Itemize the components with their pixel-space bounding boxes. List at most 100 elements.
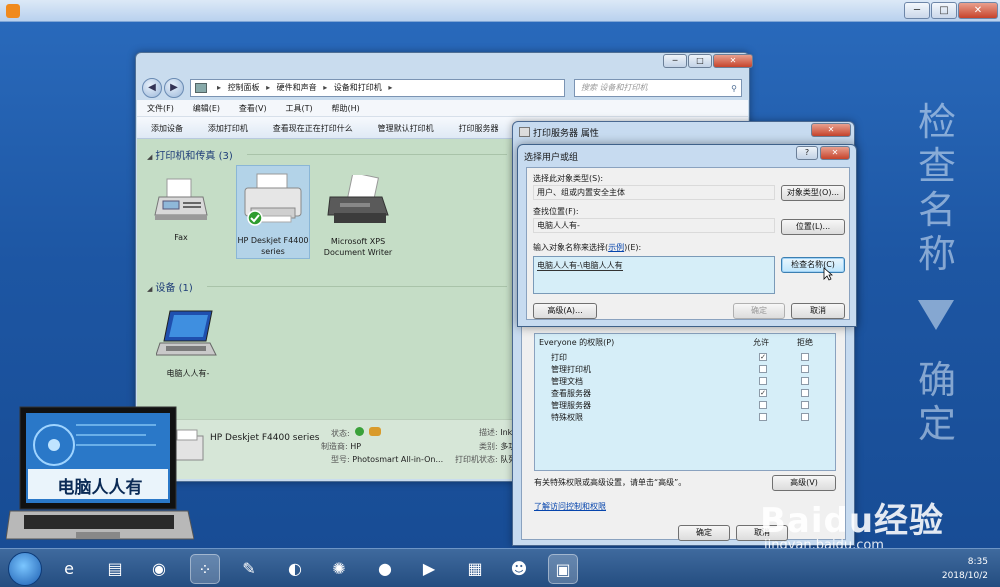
print-server-button[interactable]: 打印服务器 [445,117,507,134]
control-panel-icon[interactable]: ▣ [548,554,578,584]
detail-device-name: HP Deskjet F4400 series [210,433,320,443]
select-ok-button[interactable]: 确定 [733,303,785,319]
object-types-button[interactable]: 对象类型(O)... [781,185,845,201]
dialog-title: 选择用户或组 [524,153,579,163]
menu-bar: 文件(F) 编辑(E) 查看(V) 工具(T) 帮助(H) [137,100,748,117]
address-row: ◀ ▶ ▸ 控制面板 ▸ 硬件和声音 ▸ 设备和打印机 ▸ 搜索 设备和打印机 … [142,77,742,99]
laptop-icon [155,310,217,356]
group-header-printers[interactable]: ◢ 打印机和传真 (3) [147,147,233,162]
player-icon[interactable]: ▶ [414,554,444,584]
printer-icon [244,173,302,226]
explorer-minimize-button[interactable]: ─ [663,54,687,68]
browser-icon[interactable]: ◐ [280,554,310,584]
mouse-cursor-icon [823,267,833,281]
allow-checkbox[interactable]: ✓ [759,389,767,397]
ie-icon[interactable]: e [54,554,84,584]
player-window: ─ □ ✕ 检 查 名 称 确 定 ─ □ ✕ ◀ ▶ ▸ 控制面板 ▸ 硬件和… [0,0,1000,587]
explorer-close-button[interactable]: ✕ [713,54,753,68]
detail-model: Photosmart All-in-On... [352,455,444,464]
player-maximize-button[interactable]: □ [931,2,957,19]
device-fax[interactable]: Fax [151,175,211,243]
back-button[interactable]: ◀ [142,78,162,98]
address-bar[interactable]: ▸ 控制面板 ▸ 硬件和声音 ▸ 设备和打印机 ▸ [190,79,565,97]
fax-icon [154,178,208,220]
device-computer[interactable]: 电脑人人有- [153,307,223,379]
deny-checkbox[interactable] [801,365,809,373]
examples-link[interactable]: 示例 [608,243,624,252]
deny-checkbox[interactable] [801,353,809,361]
location-label: 查找位置(F): [533,207,579,216]
start-button[interactable] [8,552,42,586]
breadcrumb-item[interactable]: 硬件和声音 [277,83,317,92]
allow-checkbox[interactable]: ✓ [759,353,767,361]
forward-button[interactable]: ▶ [164,78,184,98]
props-advanced-button[interactable]: 高级(V) [772,475,836,491]
location-field: 电脑人人有- [533,218,775,233]
help-button[interactable]: ? [796,146,818,160]
folder-icon[interactable]: ▤ [100,554,130,584]
select-body: 选择此对象类型(S): 用户、组或内置安全主体 对象类型(O)... 查找位置(… [526,167,850,320]
see-printing-button[interactable]: 查看现在正在打印什么 [259,117,361,134]
device-xps-writer[interactable]: Microsoft XPS Document Writer [323,171,393,258]
player-close-button[interactable]: ✕ [958,2,998,19]
red-app-icon[interactable]: ● [370,554,400,584]
object-names-input[interactable]: 电脑人人有-\电脑人人有 [533,256,775,294]
pinwheel-icon[interactable]: ✺ [324,554,354,584]
select-advanced-button[interactable]: 高级(A)... [533,303,597,319]
check-names-button[interactable]: 检查名称(C) [781,257,845,273]
menu-edit[interactable]: 编辑(E) [183,100,226,114]
device-hp-deskjet[interactable]: HP Deskjet F4400 series [236,165,310,259]
explorer-caption: ─ □ ✕ [136,53,753,75]
paint-icon[interactable]: ✎ [234,554,264,584]
deny-checkbox[interactable] [801,389,809,397]
search-input[interactable]: 搜索 设备和打印机 ⚲ [574,79,742,97]
baidu-watermark: Baidu经验 jingyan.baidu.com [760,501,945,553]
add-printer-button[interactable]: 添加打印机 [194,117,256,134]
chrome-icon[interactable]: ◉ [144,554,174,584]
props-close-button[interactable]: ✕ [811,123,851,137]
group-header-devices[interactable]: ◢ 设备 (1) [147,279,193,294]
permission-name: 管理打印机 [551,365,591,374]
collapse-triangle-icon: ◢ [147,285,153,293]
permission-name: 特殊权限 [551,413,583,422]
allow-checkbox[interactable] [759,377,767,385]
allow-checkbox[interactable] [759,401,767,409]
users-icon [368,427,381,436]
manage-default-printers-button[interactable]: 管理默认打印机 [364,117,442,134]
detail-status-label: 状态: [331,429,350,438]
select-close-button[interactable]: ✕ [820,146,850,160]
laptop-caption: 电脑人人有 [57,478,143,498]
detail-model-label: 型号: [331,455,350,464]
menu-tools[interactable]: 工具(T) [275,100,318,114]
explorer-maximize-button[interactable]: □ [688,54,712,68]
breadcrumb-item[interactable]: 控制面板 [228,83,260,92]
app-grid-icon[interactable]: ⁘ [190,554,220,584]
clock[interactable]: 8:35 2018/10/2 [918,555,988,583]
arrow-down-icon [918,300,954,330]
clock-time: 8:35 [967,557,988,567]
add-device-button[interactable]: 添加设备 [137,117,191,134]
object-type-label: 选择此对象类型(S): [533,174,604,183]
select-cancel-button[interactable]: 取消 [791,303,845,319]
movie-icon[interactable]: ▦ [460,554,490,584]
allow-checkbox[interactable] [759,365,767,373]
menu-view[interactable]: 查看(V) [229,100,273,114]
permissions-list: Everyone 的权限(P) 允许 拒绝 打印 ✓ 管理打印机 管理文档 查看服务器 ✓… [534,333,836,471]
breadcrumb-item[interactable]: 设备和打印机 [334,83,382,92]
locations-button[interactable]: 位置(L)... [781,219,845,235]
deny-checkbox[interactable] [801,377,809,385]
deny-checkbox[interactable] [801,401,809,409]
detail-desc: Ink [500,428,513,437]
permission-name: 管理服务器 [551,401,591,410]
collapse-triangle-icon: ◢ [147,153,153,161]
deny-checkbox[interactable] [801,413,809,421]
props-ok-button[interactable]: 确定 [678,525,730,541]
dialog-title: 打印服务器 属性 [533,129,599,139]
menu-file[interactable]: 文件(F) [137,100,180,114]
character-icon[interactable]: ☻ [504,554,534,584]
menu-help[interactable]: 帮助(H) [322,100,366,114]
player-minimize-button[interactable]: ─ [904,2,930,19]
access-control-link[interactable]: 了解访问控制和权限 [534,501,606,512]
permission-name: 查看服务器 [551,389,591,398]
allow-checkbox[interactable] [759,413,767,421]
